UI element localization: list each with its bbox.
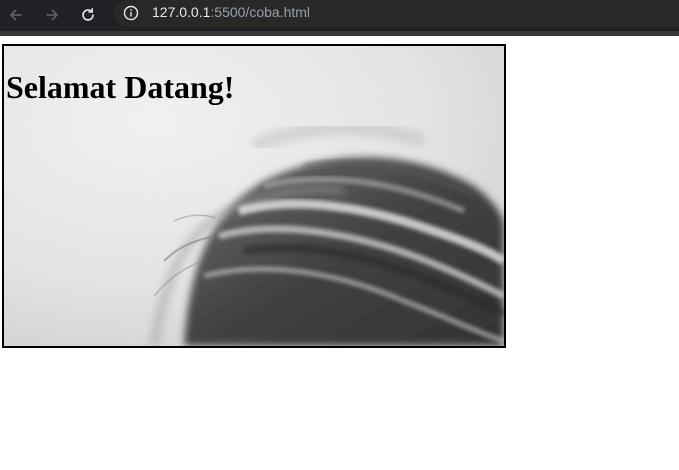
url-text[interactable]: 127.0.0.1:5500/coba.html <box>152 4 310 20</box>
hero-banner: Selamat Datang! <box>2 44 506 348</box>
site-info-icon[interactable] <box>123 5 139 21</box>
page-content: Selamat Datang! <box>0 36 679 470</box>
arrow-left-icon <box>10 9 22 21</box>
reload-button[interactable] <box>76 3 100 27</box>
reload-icon <box>82 8 94 21</box>
back-button[interactable] <box>4 3 28 27</box>
browser-toolbar: 127.0.0.1:5500/coba.html <box>0 0 679 36</box>
arrow-right-icon <box>46 9 58 21</box>
forward-button[interactable] <box>40 3 64 27</box>
url-host: 127.0.0.1 <box>152 4 211 20</box>
url-path: :5500/coba.html <box>210 4 311 20</box>
address-bar[interactable]: 127.0.0.1:5500/coba.html <box>114 0 679 27</box>
page-title: Selamat Datang! <box>6 69 235 105</box>
